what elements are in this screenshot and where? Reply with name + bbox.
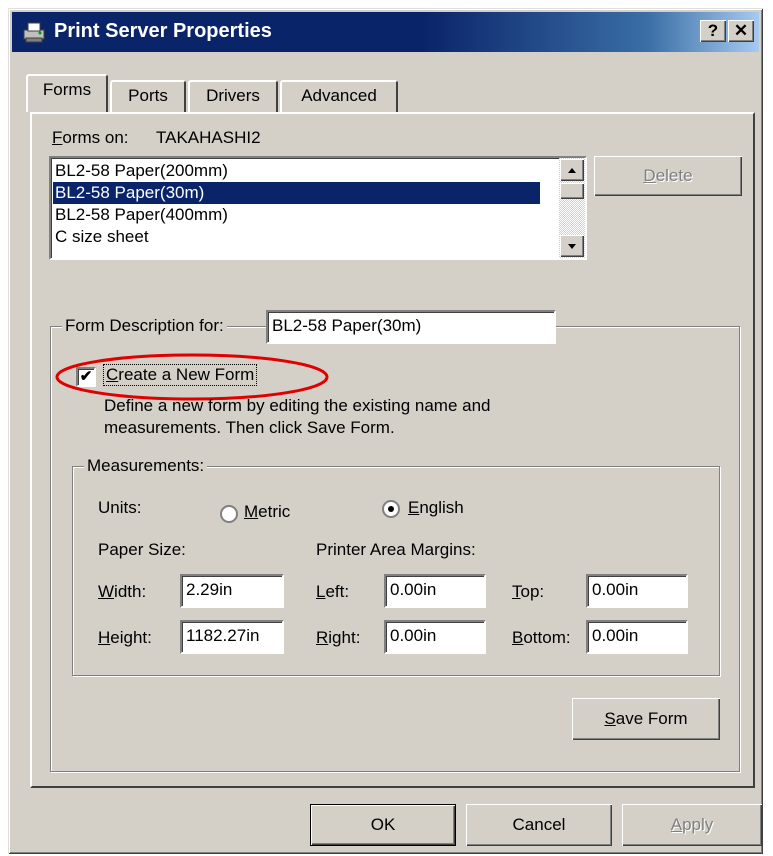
printer-area-margins-label: Printer Area Margins: bbox=[316, 540, 476, 559]
width-label: Width: bbox=[98, 582, 147, 601]
scroll-thumb[interactable] bbox=[560, 183, 584, 199]
tab-forms-label: Forms bbox=[42, 80, 92, 99]
tab-drivers[interactable]: Drivers bbox=[188, 80, 278, 112]
form-name-field[interactable]: BL2-58 Paper(30m) bbox=[266, 310, 556, 344]
list-item[interactable]: C size sheet bbox=[53, 226, 540, 248]
tab-ports[interactable]: Ports bbox=[110, 80, 186, 112]
english-label[interactable]: English bbox=[408, 498, 464, 518]
window-title: Print Server Properties bbox=[54, 20, 272, 42]
scrollbar[interactable] bbox=[559, 158, 585, 258]
close-button[interactable]: ✕ bbox=[728, 20, 754, 42]
arrow-up-icon bbox=[568, 168, 576, 173]
create-form-help-line2: measurements. Then click Save Form. bbox=[104, 418, 395, 437]
tab-advanced-label: Advanced bbox=[301, 86, 377, 105]
server-name: TAKAHASHI2 bbox=[156, 128, 261, 147]
print-server-properties-dialog: Print Server Properties ? ✕ Forms Ports … bbox=[8, 8, 763, 854]
paper-size-label: Paper Size: bbox=[98, 540, 186, 559]
save-form-button[interactable]: Save Form bbox=[572, 698, 720, 740]
help-button[interactable]: ? bbox=[700, 20, 726, 42]
english-radio[interactable] bbox=[382, 500, 400, 518]
right-margin-field[interactable]: 0.00in bbox=[384, 620, 486, 654]
list-item[interactable]: BL2-58 Paper(400mm) bbox=[53, 204, 540, 226]
list-item[interactable]: BL2-58 Paper(200mm) bbox=[53, 160, 540, 182]
metric-radio[interactable] bbox=[220, 505, 238, 523]
forms-list[interactable]: BL2-58 Paper(200mm) BL2-58 Paper(30m) BL… bbox=[49, 156, 587, 260]
create-form-help-line1: Define a new form by editing the existin… bbox=[104, 396, 491, 415]
scroll-up-button[interactable] bbox=[560, 159, 584, 181]
title-bar[interactable]: Print Server Properties ? ✕ bbox=[12, 12, 759, 52]
tab-advanced[interactable]: Advanced bbox=[280, 80, 398, 112]
bottom-margin-label: Bottom: bbox=[512, 628, 571, 647]
metric-label[interactable]: Metric bbox=[244, 502, 290, 522]
top-margin-label: Top: bbox=[512, 582, 545, 601]
arrow-down-icon bbox=[568, 244, 576, 249]
tab-ports-label: Ports bbox=[128, 86, 168, 105]
tab-forms[interactable]: Forms bbox=[26, 74, 108, 112]
tab-drivers-label: Drivers bbox=[206, 86, 260, 105]
printer-icon bbox=[23, 22, 45, 43]
height-field[interactable]: 1182.27in bbox=[180, 620, 284, 654]
list-item[interactable]: BL2-58 Paper(30m) bbox=[53, 182, 540, 204]
forms-on-label: Forms on: bbox=[52, 128, 129, 147]
left-margin-label: Left: bbox=[316, 582, 350, 601]
ok-button[interactable]: OK bbox=[310, 804, 456, 846]
top-margin-field[interactable]: 0.00in bbox=[586, 574, 688, 608]
left-margin-field[interactable]: 0.00in bbox=[384, 574, 486, 608]
right-margin-label: Right: bbox=[316, 628, 361, 647]
apply-button[interactable]: Apply bbox=[622, 804, 762, 846]
units-label: Units: bbox=[98, 498, 142, 517]
scroll-down-button[interactable] bbox=[560, 235, 584, 257]
measurements-label: Measurements: bbox=[84, 454, 208, 478]
form-description-label: Form Description for: bbox=[62, 314, 227, 338]
width-field[interactable]: 2.29in bbox=[180, 574, 284, 608]
cancel-button[interactable]: Cancel bbox=[466, 804, 612, 846]
height-label: Height: bbox=[98, 628, 152, 647]
bottom-margin-field[interactable]: 0.00in bbox=[586, 620, 688, 654]
delete-button[interactable]: Delete bbox=[594, 156, 742, 196]
